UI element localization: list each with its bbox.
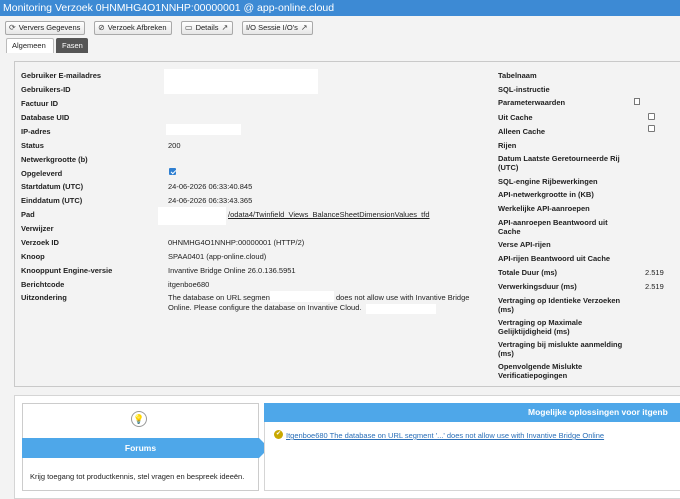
start-date-label: Startdatum (UTC) <box>21 182 84 191</box>
processing-label: Verwerkingsduur (ms) <box>498 282 577 291</box>
solution-link[interactable]: Itgenboe680 The database on URL segment … <box>286 431 604 440</box>
path-host-redacted <box>158 207 226 225</box>
details-icon: ▭ <box>185 23 193 32</box>
document-icon[interactable] <box>634 98 640 105</box>
engine-version-label: Knooppunt Engine-versie <box>21 266 113 275</box>
request-id-label: Verzoek ID <box>21 238 59 247</box>
exception-segment-redacted <box>270 291 334 302</box>
message-code-label: Berichtcode <box>21 280 65 289</box>
session-io-button[interactable]: I/O Sessie I/O's ↗ <box>242 21 313 35</box>
sql-label: SQL-instructie <box>498 85 550 94</box>
api-size-label: API-netwerkgrootte in (KB) <box>498 190 594 199</box>
session-io-label: I/O Sessie I/O's <box>246 23 298 32</box>
start-date-value: 24-06-2026 06:33:40.845 <box>168 182 253 191</box>
end-date-label: Einddatum (UTC) <box>21 196 83 205</box>
table-name-label: Tabelnaam <box>498 71 537 80</box>
user-id-label: Gebruikers-ID <box>21 85 71 94</box>
delay-identical-label: Vertraging op Identieke Verzoeken (ms) <box>498 296 621 314</box>
exception-tail-redacted <box>366 304 436 314</box>
invoice-id-label: Factuur ID <box>21 99 59 108</box>
abort-button[interactable]: ⊘ Verzoek Afbreken <box>94 21 172 35</box>
total-duration-value: 2.519 <box>645 268 664 277</box>
api-calls-label: Werkelijke API-aanroepen <box>498 204 590 213</box>
engine-version-value: Invantive Bridge Online 26.0.136.5951 <box>168 266 296 275</box>
details-button[interactable]: ▭ Details ↗ <box>181 21 234 35</box>
solutions-title: Mogelijke oplossingen voor itgenb <box>264 403 680 422</box>
api-rows-cache-label: API-rijen Beantwoord uit Cache <box>498 254 611 263</box>
tab-phases[interactable]: Fasen <box>56 38 88 53</box>
exception-line2: Online. Please configure the database on… <box>168 303 362 312</box>
from-cache-label: Uit Cache <box>498 113 533 122</box>
status-value: 200 <box>168 141 181 150</box>
forums-description: Krijg toegang tot productkennis, stel vr… <box>30 472 245 481</box>
cache-only-checkbox[interactable] <box>648 125 655 132</box>
exception-line1-pre: The database on URL segment <box>168 293 272 302</box>
message-code-value: itgenboe680 <box>168 280 210 289</box>
ip-redacted <box>166 124 241 135</box>
refresh-icon: ⟳ <box>9 23 16 32</box>
window-title: Monitoring Verzoek 0HNMHG4O1NNHP:0000000… <box>0 0 680 16</box>
toolbar: ⟳ Ververs Gegevens ⊘ Verzoek Afbreken ▭ … <box>0 16 680 38</box>
api-rows-label: Verse API-rijen <box>498 240 551 249</box>
cache-only-label: Alleen Cache <box>498 127 546 136</box>
ip-label: IP-adres <box>21 127 51 136</box>
node-label: Knoop <box>21 252 45 261</box>
api-cache-label: API-aanroepen Beantwoord uit Cache <box>498 218 608 236</box>
sql-ops-label: SQL-engine Rijbewerkingen <box>498 177 598 186</box>
exception-label: Uitzondering <box>21 293 67 302</box>
network-size-label: Netwerkgrootte (b) <box>21 155 88 164</box>
delivered-label: Opgeleverd <box>21 169 63 178</box>
request-id-value: 0HNMHG4O1NNHP:00000001 (HTTP/2) <box>168 238 305 247</box>
exception-line1-post: does not allow use with Invantive Bridge <box>336 293 470 302</box>
database-uid-label: Database UID <box>21 113 70 122</box>
refresh-button[interactable]: ⟳ Ververs Gegevens <box>5 21 86 35</box>
path-label: Pad <box>21 210 35 219</box>
rows-label: Rijen <box>498 141 517 150</box>
email-label: Gebruiker E-mailadres <box>21 71 102 80</box>
delay-failed-login-label: Vertraging bij mislukte aanmelding (ms) <box>498 340 623 358</box>
tab-general[interactable]: Algemeen <box>6 38 54 53</box>
path-value[interactable]: /odata4/Twinfield_Views_BalanceSheetDime… <box>228 210 430 219</box>
from-cache-checkbox[interactable] <box>648 113 655 120</box>
email-redacted <box>164 69 318 94</box>
referrer-label: Verwijzer <box>21 224 54 233</box>
lightbulb-icon: 💡 <box>131 411 147 427</box>
delivered-checkbox[interactable] <box>169 168 176 175</box>
total-duration-label: Totale Duur (ms) <box>498 268 558 277</box>
params-label: Parameterwaarden <box>498 98 566 107</box>
check-circle-icon: ✔ <box>274 430 283 439</box>
status-label: Status <box>21 141 44 150</box>
details-label: Details <box>195 23 219 32</box>
abort-label: Verzoek Afbreken <box>107 23 167 32</box>
abort-icon: ⊘ <box>98 23 105 32</box>
failed-verification-label: Openvolgende Mislukte Verificatiepoginge… <box>498 362 583 380</box>
refresh-label: Ververs Gegevens <box>18 23 81 32</box>
external-link-icon: ↗ <box>300 23 308 32</box>
external-link-icon: ↗ <box>221 23 229 32</box>
last-row-date-label: Datum Laatste Geretourneerde Rij (UTC) <box>498 154 620 172</box>
end-date-value: 24-06-2026 06:33:43.365 <box>168 196 253 205</box>
node-value: SPAA0401 (app-online.cloud) <box>168 252 267 261</box>
forums-title[interactable]: Forums <box>22 438 269 458</box>
processing-value: 2.519 <box>645 282 664 291</box>
delay-parallel-label: Vertraging op Maximale Gelijktijdigheid … <box>498 318 583 336</box>
